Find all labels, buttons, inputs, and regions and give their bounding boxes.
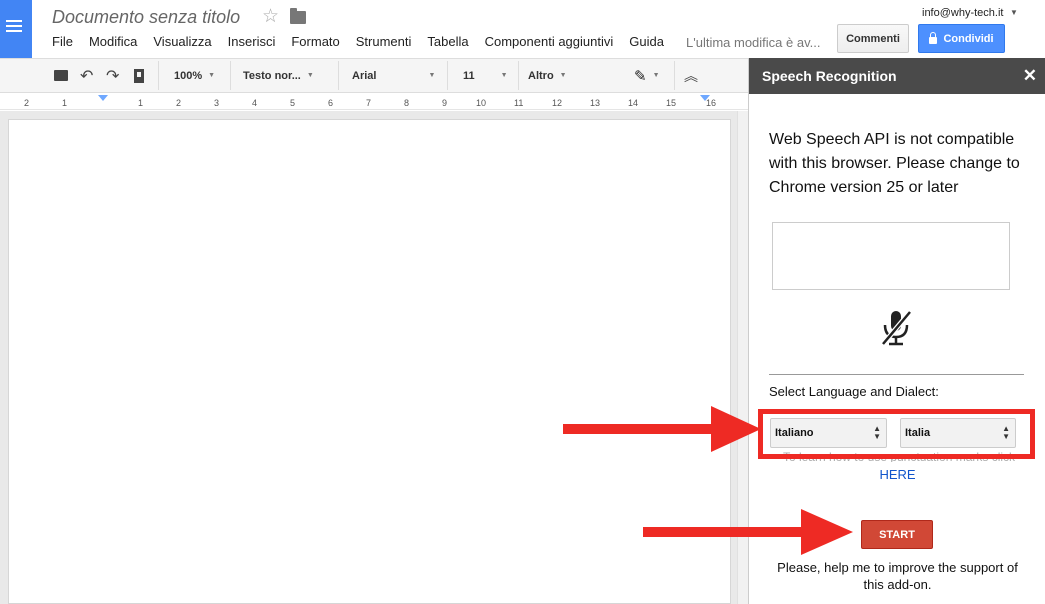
pencil-icon: ✎ — [634, 67, 647, 85]
paint-format-icon — [134, 68, 144, 83]
document-page[interactable] — [8, 119, 731, 604]
close-icon[interactable]: ✕ — [1023, 66, 1037, 86]
menu-help[interactable]: Guida — [629, 34, 664, 52]
paint-format-button[interactable] — [134, 59, 144, 92]
ruler-tick: 7 — [366, 98, 372, 108]
style-value: Testo nor... — [243, 69, 301, 82]
mic-off-icon[interactable] — [879, 308, 913, 348]
ruler-tick: 1 — [138, 98, 144, 108]
ruler-tick: 2 — [176, 98, 182, 108]
document-canvas — [0, 111, 748, 604]
document-title[interactable]: Documento senza titolo — [52, 7, 240, 28]
ruler-tick: 3 — [214, 98, 220, 108]
comments-button[interactable]: Commenti — [837, 24, 909, 53]
docs-menu-icon — [6, 20, 22, 35]
undo-button[interactable]: ↶ — [80, 59, 93, 92]
collapse-toolbar-button[interactable]: ︽ — [684, 59, 698, 92]
more-label: Altro — [528, 69, 554, 82]
menu-view[interactable]: Visualizza — [153, 34, 211, 52]
start-button[interactable]: START — [861, 520, 933, 549]
ruler-tick: 4 — [252, 98, 258, 108]
ruler-tick: 13 — [590, 98, 601, 108]
caret-icon: ▼ — [559, 72, 567, 79]
annotation-highlight-box — [758, 409, 1035, 459]
ruler-tick: 9 — [442, 98, 448, 108]
panel-divider — [769, 374, 1024, 375]
ruler-tick: 14 — [628, 98, 639, 108]
caret-icon: ▼ — [306, 72, 314, 79]
caret-icon: ▼ — [208, 72, 216, 79]
share-button[interactable]: Condividi — [918, 24, 1005, 53]
menu-addons[interactable]: Componenti aggiuntivi — [485, 34, 614, 52]
ruler-tick: 6 — [328, 98, 334, 108]
zoom-select[interactable]: 100% ▼ — [174, 59, 215, 92]
caret-icon: ▼ — [652, 72, 660, 79]
ruler: 2 1 1 2 3 4 5 6 7 8 9 10 11 12 13 14 15 … — [0, 93, 748, 110]
caret-icon: ▼ — [428, 72, 436, 79]
menu-table[interactable]: Tabella — [427, 34, 468, 52]
style-select[interactable]: Testo nor... ▼ — [243, 59, 314, 92]
ruler-tick: 15 — [666, 98, 677, 108]
ruler-tick: 5 — [290, 98, 296, 108]
ruler-tick: 16 — [706, 98, 717, 108]
support-message: Please, help me to improve the support o… — [777, 560, 1018, 592]
menu-tools[interactable]: Strumenti — [356, 34, 412, 52]
edit-mode-button[interactable]: ✎ ▼ — [634, 59, 660, 92]
font-size-value: 11 — [463, 69, 475, 82]
ruler-tick: 11 — [514, 98, 524, 108]
language-label: Select Language and Dialect: — [769, 384, 939, 399]
menu-edit[interactable]: Modifica — [89, 34, 137, 52]
ruler-tick: 1 — [62, 98, 68, 108]
annotation-arrow-icon — [643, 509, 853, 555]
here-link[interactable]: HERE — [749, 467, 1045, 482]
transcript-box[interactable] — [772, 222, 1010, 290]
print-icon — [54, 70, 68, 81]
collapse-icon: ︽ — [684, 67, 698, 84]
zoom-value: 100% — [174, 69, 203, 82]
ruler-tick: 8 — [404, 98, 410, 108]
menu-insert[interactable]: Inserisci — [228, 34, 276, 52]
panel-header: Speech Recognition ✕ — [749, 58, 1045, 94]
font-size-select[interactable]: 11 ▼ — [463, 59, 508, 92]
ruler-tick: 2 — [24, 98, 30, 108]
star-icon[interactable]: ☆ — [262, 5, 279, 28]
docs-home-button[interactable] — [0, 0, 32, 58]
font-value: Arial — [352, 69, 377, 82]
indent-marker[interactable] — [98, 95, 108, 101]
annotation-arrow-icon — [563, 406, 761, 452]
lock-icon — [929, 32, 938, 44]
redo-button[interactable]: ↷ — [106, 59, 119, 92]
redo-icon: ↷ — [106, 67, 120, 85]
menu-file[interactable]: File — [52, 34, 73, 52]
panel-title: Speech Recognition — [762, 68, 897, 84]
account-email[interactable]: info@why-tech.it — [922, 7, 1003, 19]
menu-format[interactable]: Formato — [291, 34, 339, 52]
toolbar: ↶ ↷ 100% ▼ Testo nor... ▼ Arial ▼ 11 ▼ Altro… — [0, 58, 748, 93]
caret-icon: ▼ — [500, 72, 508, 79]
folder-icon[interactable] — [290, 8, 306, 24]
ruler-tick: 12 — [552, 98, 563, 108]
compatibility-message: Web Speech API is not compatible with th… — [769, 131, 1020, 196]
more-menu[interactable]: Altro ▼ — [528, 59, 567, 92]
ruler-tick: 10 — [476, 98, 487, 108]
print-button[interactable] — [54, 59, 68, 92]
menu-bar: File Modifica Visualizza Inserisci Forma… — [52, 34, 680, 52]
share-label: Condividi — [943, 32, 994, 45]
undo-icon: ↶ — [80, 67, 94, 85]
chevron-down-icon[interactable]: ▼ — [1010, 8, 1018, 17]
font-select[interactable]: Arial ▼ — [352, 59, 435, 92]
last-edit-link[interactable]: L'ultima modifica è av... — [686, 35, 820, 50]
